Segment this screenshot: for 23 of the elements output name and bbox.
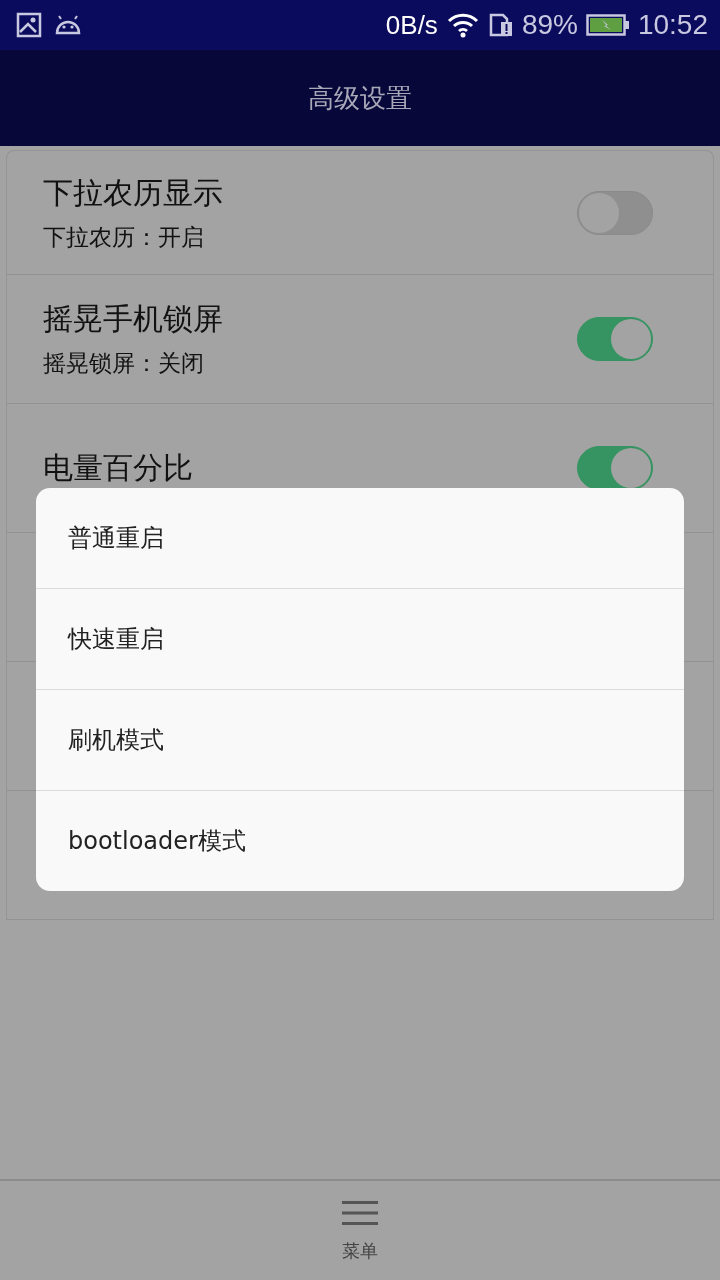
screen-title: 高级设置 [308,81,412,115]
dialog-option[interactable]: 刷机模式 [36,689,684,790]
toggle-switch[interactable] [577,446,653,490]
setting-status: 摇晃锁屏：关闭 [43,349,205,378]
setting-title: 摇晃手机锁屏 [43,300,223,338]
setting-title: 电量百分比 [43,448,193,487]
sim-alert-icon [487,12,514,38]
clock: 10:52 [637,9,708,41]
dialog-option[interactable]: 快速重启 [36,588,684,689]
wifi-icon [445,12,480,38]
android-icon [54,15,82,35]
dialog-option[interactable]: 普通重启 [36,488,684,588]
toggle-switch[interactable] [577,190,653,235]
image-icon [16,12,42,38]
network-speed: 0B/s [385,9,438,41]
toggle-switch[interactable] [577,317,653,361]
battery-percent: 89% [521,9,578,41]
setting-status: 下拉农历：开启 [43,222,205,252]
battery-icon [585,13,630,37]
menu-icon [342,1199,378,1227]
dialog-option[interactable]: bootloader模式 [36,790,684,891]
setting-title: 下拉农历显示 [43,173,223,212]
menu-button[interactable]: 菜单 [332,1181,388,1280]
